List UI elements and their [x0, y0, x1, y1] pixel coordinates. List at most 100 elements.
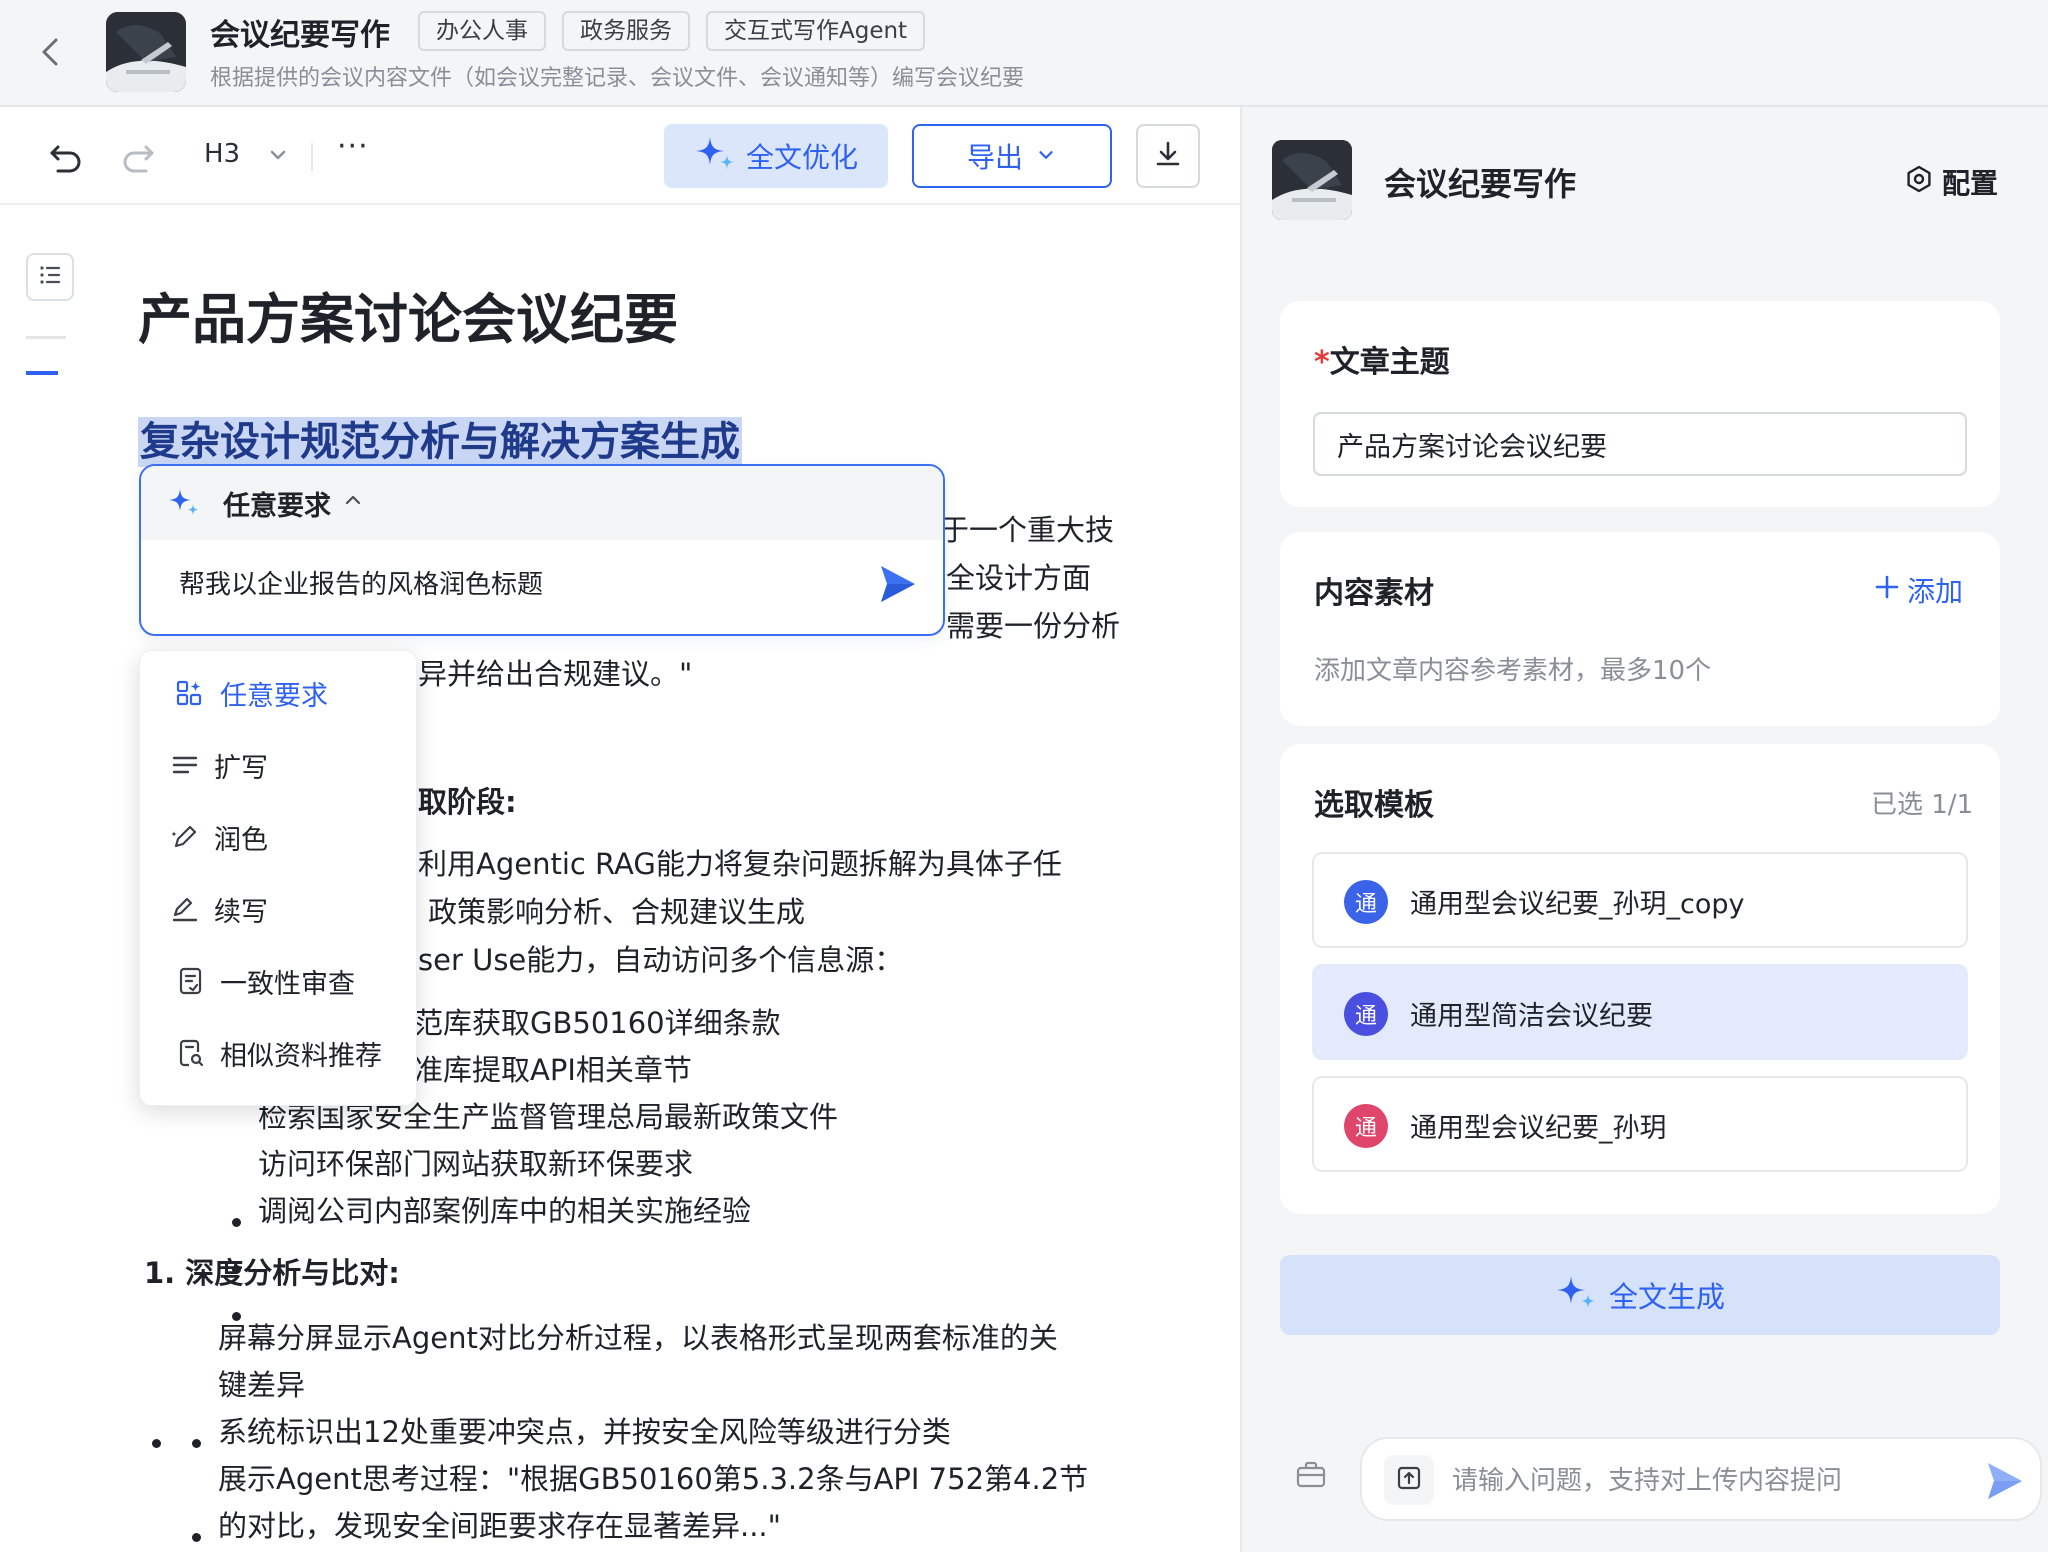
optimize-all-button[interactable]: 全文优化 — [664, 124, 888, 188]
chat-input[interactable] — [1452, 1459, 1912, 1503]
bullet — [152, 1439, 161, 1448]
menu-item-label: 任意要求 — [220, 680, 328, 712]
materials-card: 内容素材 添加 添加文章内容参考素材，最多10个 — [1280, 532, 2000, 726]
document-title[interactable]: 产品方案讨论会议纪要 — [138, 275, 678, 354]
list-item: 屏幕分屏显示Agent对比分析过程，以表格形式呈现两套标准的关 — [218, 1321, 1058, 1355]
more-options-button[interactable]: ··· — [337, 129, 369, 164]
undo-icon[interactable] — [46, 137, 86, 177]
app-avatar-image — [106, 12, 186, 92]
app-header: 会议纪要写作 办公人事 政务服务 交互式写作Agent 根据提供的会议内容文件（… — [0, 0, 2048, 107]
topic-input[interactable] — [1313, 412, 1967, 476]
editor-pane: H3 ··· 全文优化 导出 产品方案讨论会议纪要 复杂设计规范分析与解决方案生… — [0, 107, 1240, 1552]
settings-icon — [1904, 164, 1934, 201]
menu-item-consistency-review[interactable]: 一致性审查 — [140, 951, 416, 1011]
chevron-up-icon[interactable] — [341, 488, 365, 512]
section-heading: 1. 深度分析与比对: — [144, 1256, 400, 1290]
template-item[interactable]: 通 通用型会议纪要_孙玥 — [1312, 1076, 1968, 1172]
template-name: 通用型会议纪要_孙玥 — [1410, 1113, 1667, 1144]
list-item: 访问环保部门网站获取新环保要求 — [258, 1147, 694, 1181]
generate-all-button[interactable]: 全文生成 — [1280, 1255, 2000, 1335]
send-icon[interactable] — [1982, 1459, 2026, 1503]
grid-sparkle-icon — [174, 678, 204, 708]
outline-marker — [26, 336, 66, 339]
bullet — [192, 1439, 201, 1448]
menu-item-similar-materials[interactable]: 相似资料推荐 — [140, 1023, 416, 1083]
materials-hint: 添加文章内容参考素材，最多10个 — [1314, 656, 1712, 686]
add-material-button[interactable]: 添加 — [1873, 570, 1963, 610]
paragraph-line: 于一个重大技 — [940, 513, 1115, 547]
doc-search-icon — [176, 1038, 206, 1068]
add-label: 添加 — [1907, 575, 1964, 608]
selected-heading[interactable]: 复杂设计规范分析与解决方案生成 — [138, 417, 742, 467]
paragraph-line: 利用Agentic RAG能力将复杂问题拆解为具体子任 — [418, 847, 1062, 881]
pen-line-icon — [170, 894, 200, 924]
toolbar-divider — [311, 143, 313, 171]
menu-item-expand[interactable]: 扩写 — [140, 735, 416, 795]
outline-marker-active — [26, 371, 58, 375]
sparkle-icon — [1555, 1274, 1597, 1317]
app-title: 会议纪要写作 — [210, 18, 390, 53]
list-item: 调阅公司内部案例库中的相关实施经验 — [258, 1194, 752, 1228]
chevron-down-icon — [1035, 140, 1057, 173]
download-icon — [1153, 139, 1183, 173]
tag-government: 政务服务 — [562, 11, 690, 51]
template-name: 通用型会议纪要_孙玥_copy — [1410, 889, 1745, 920]
app-avatar-image — [1272, 140, 1352, 220]
lines-icon — [170, 750, 200, 780]
chevron-down-icon — [266, 143, 290, 167]
paragraph-line: 需要一份分析 — [946, 609, 1121, 643]
bullet — [192, 1533, 201, 1542]
export-button[interactable]: 导出 — [912, 124, 1112, 188]
menu-item-label: 润色 — [214, 824, 268, 856]
menu-item-label: 一致性审查 — [220, 968, 355, 1000]
plus-icon — [1873, 573, 1901, 608]
ai-request-input[interactable]: 帮我以企业报告的风格润色标题 — [179, 564, 543, 601]
download-button[interactable] — [1136, 124, 1200, 188]
doc-check-icon — [176, 966, 206, 996]
outline-toggle-button[interactable] — [26, 253, 74, 301]
list-item-continued: 的对比，发现安全间距要求存在显著差异..." — [218, 1509, 781, 1543]
stage-heading: 取阶段: — [418, 785, 517, 819]
template-item-selected[interactable]: 通 通用型简洁会议纪要 — [1312, 964, 1968, 1060]
bullet — [232, 1218, 241, 1227]
template-badge: 通 — [1344, 880, 1388, 924]
list-item-continued: 键差异 — [218, 1368, 306, 1402]
paragraph-line: 全设计方面 — [946, 561, 1092, 595]
writing-settings-panel: 会议纪要写作 配置 *文章主题 内容素材 添加 添加文章内容参考素材，最多10个… — [1242, 107, 2048, 1552]
back-arrow-icon[interactable] — [36, 34, 66, 70]
toolbox-icon[interactable] — [1294, 1458, 1328, 1492]
heading-level-select[interactable]: H3 — [204, 139, 240, 169]
templates-label: 选取模板 — [1314, 788, 1434, 823]
request-mode-menu: 任意要求 扩写 润色 续写 一致性审查 相似资料推荐 — [139, 650, 417, 1106]
templates-selected-count: 已选 1/1 — [1871, 790, 1974, 820]
list-item: 系统标识出12处重要冲突点，并按安全风险等级进行分类 — [218, 1415, 951, 1449]
menu-item-any-request[interactable]: 任意要求 — [140, 663, 416, 723]
template-item[interactable]: 通 通用型会议纪要_孙玥_copy — [1312, 852, 1968, 948]
upload-button[interactable] — [1384, 1455, 1434, 1505]
menu-item-label: 扩写 — [214, 752, 268, 784]
materials-label: 内容素材 — [1314, 576, 1434, 611]
required-mark: * — [1314, 345, 1330, 380]
paragraph-line: 政策影响分析、合规建议生成 — [428, 895, 806, 929]
menu-item-continue[interactable]: 续写 — [140, 879, 416, 939]
menu-item-label: 续写 — [214, 896, 268, 928]
config-button[interactable]: 配置 — [1904, 162, 1998, 202]
send-icon[interactable] — [875, 562, 919, 606]
template-badge: 通 — [1344, 1104, 1388, 1148]
generate-label: 全文生成 — [1608, 1280, 1725, 1314]
chat-input-box — [1360, 1437, 2042, 1521]
redo-icon[interactable] — [118, 137, 158, 177]
template-badge: 通 — [1344, 992, 1388, 1036]
menu-item-polish[interactable]: 润色 — [140, 807, 416, 867]
editor-toolbar: H3 ··· 全文优化 导出 — [0, 107, 1240, 205]
app-description: 根据提供的会议内容文件（如会议完整记录、会议文件、会议通知等）编写会议纪要 — [210, 66, 1025, 91]
panel-title: 会议纪要写作 — [1384, 165, 1577, 203]
sparkle-icon — [167, 486, 201, 520]
export-label: 导出 — [966, 141, 1023, 174]
list-item: 准库提取API相关章节 — [414, 1053, 692, 1087]
topic-card: *文章主题 — [1280, 301, 2000, 507]
pen-sparkle-icon — [170, 822, 200, 852]
request-mode-select[interactable]: 任意要求 — [223, 484, 331, 523]
templates-card: 选取模板 已选 1/1 通 通用型会议纪要_孙玥_copy 通 通用型简洁会议纪… — [1280, 744, 2000, 1214]
upload-icon — [1395, 1464, 1423, 1496]
